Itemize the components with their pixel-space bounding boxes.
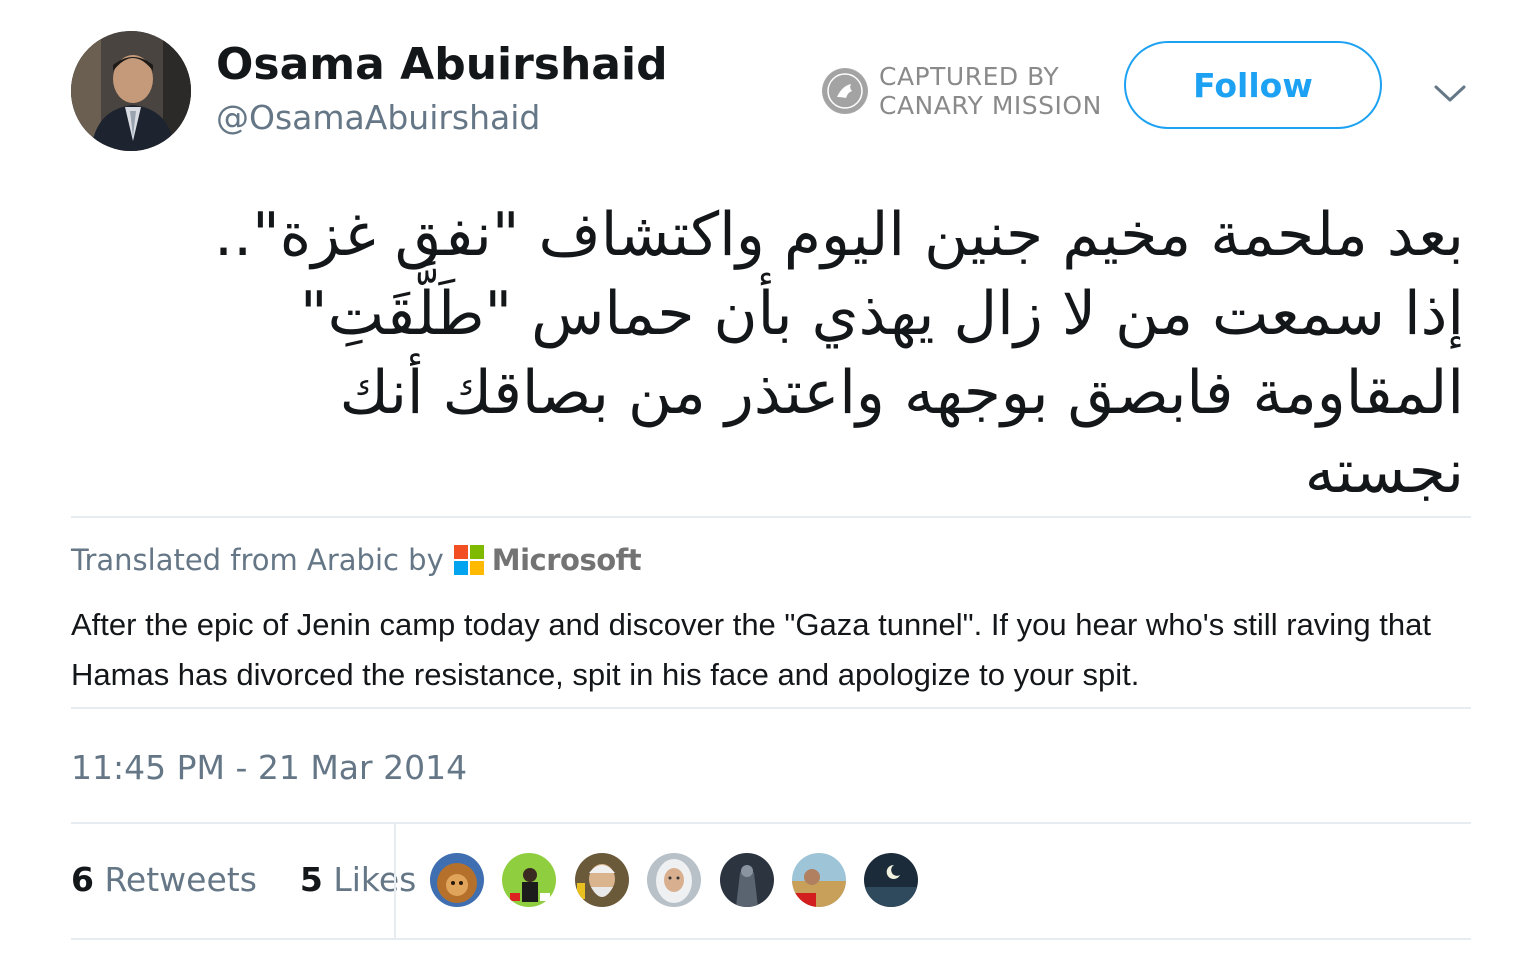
stats-separator — [394, 824, 396, 940]
green-protest-avatar[interactable] — [500, 851, 558, 909]
night-sky-avatar[interactable] — [862, 851, 920, 909]
tweet-text: بعد ملحمة مخيم جنين اليوم واكتشاف "نفق غ… — [72, 196, 1464, 512]
translated-from-label: Translated from Arabic by — [71, 543, 444, 577]
tweet-line: إذا سمعت من لا زال يهذي بأن حماس "طَلَّق… — [300, 279, 1464, 349]
user-handle[interactable]: @OsamaAbuirshaid — [216, 97, 540, 139]
retweets-label: Retweets — [104, 860, 257, 899]
divider — [71, 938, 1471, 940]
translation-attribution: Translated from Arabic by Microsoft — [71, 538, 642, 582]
watermark-line-1: CAPTURED BY — [879, 62, 1060, 91]
divider — [71, 822, 1471, 824]
man-banner-avatar[interactable] — [790, 851, 848, 909]
older-man-avatar[interactable] — [573, 851, 631, 909]
lion-avatar[interactable] — [428, 851, 486, 909]
likes-stat[interactable]: 5 Likes — [300, 860, 416, 899]
retweets-count: 6 — [71, 860, 94, 899]
divider — [71, 516, 1471, 518]
tweet-line: المقاومة فابصق بوجهه واعتذر من بصاقك أنك — [339, 358, 1464, 428]
retweets-stat[interactable]: 6 Retweets — [71, 860, 257, 899]
likes-count: 5 — [299, 860, 323, 899]
divider — [71, 707, 1471, 709]
canary-bird-icon — [822, 68, 868, 114]
microsoft-logo-icon — [453, 545, 484, 575]
capture-watermark: CAPTURED BY CANARY MISSION — [879, 62, 1102, 120]
tweet-line: نجسته — [1304, 437, 1464, 507]
translator-name: Microsoft — [491, 543, 642, 577]
tweet-stats: 6 Retweets 5 Likes — [71, 858, 416, 902]
dark-figure-avatar[interactable] — [718, 851, 776, 909]
likes-label: Likes — [333, 860, 417, 899]
translated-text: After the epic of Jenin camp today and d… — [71, 607, 1431, 692]
chevron-down-icon[interactable] — [1430, 78, 1470, 108]
watermark-line-2: CANARY MISSION — [879, 91, 1102, 120]
follow-button[interactable]: Follow — [1124, 41, 1382, 129]
display-name[interactable]: Osama Abuirshaid — [216, 40, 668, 90]
tweet-timestamp[interactable]: 11:45 PM - 21 Mar 2014 — [71, 746, 467, 790]
user-avatar[interactable] — [71, 31, 191, 151]
woman-hijab-avatar[interactable] — [645, 851, 703, 909]
tweet-line: بعد ملحمة مخيم جنين اليوم واكتشاف "نفق غ… — [214, 200, 1464, 270]
